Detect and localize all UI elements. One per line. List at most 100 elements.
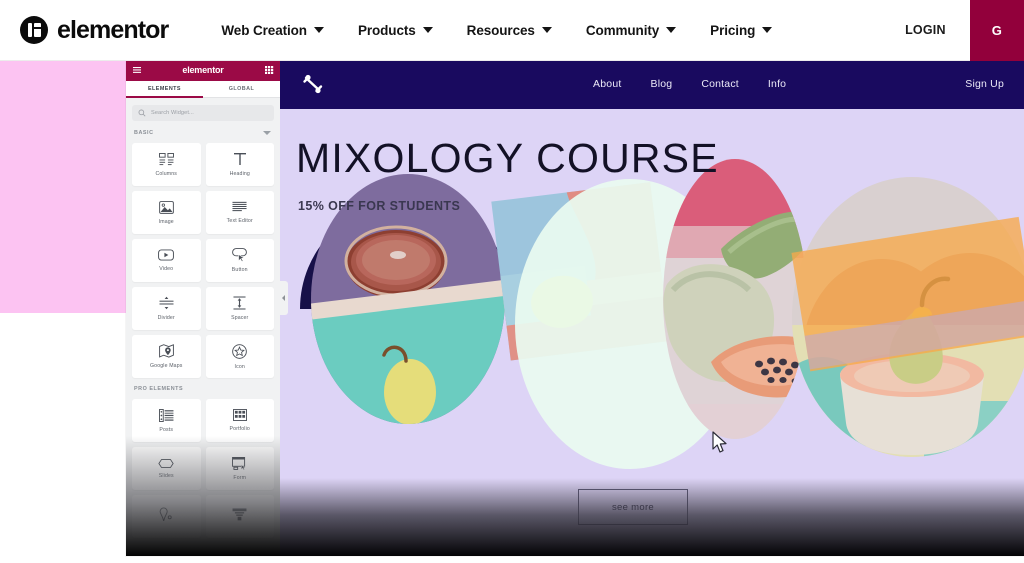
collage-right: [791, 177, 1024, 457]
slides-icon: [158, 458, 174, 468]
grid-apps-icon[interactable]: [264, 65, 274, 75]
widget-image[interactable]: Image: [132, 191, 201, 234]
widget-label: Video: [159, 266, 174, 272]
nav-item-products[interactable]: Products: [341, 23, 450, 38]
widget-label: Google Maps: [149, 363, 183, 369]
editor-preview-canvas: About Blog Contact Info Sign Up MIXOLOGY…: [280, 59, 1024, 556]
form-icon: [232, 456, 247, 470]
posts-list-icon: [158, 408, 174, 422]
section-label-pro-elements: PRO ELEMENTS: [134, 386, 274, 392]
nav-item-pricing[interactable]: Pricing: [693, 23, 789, 38]
widget-label: Button: [231, 267, 248, 273]
widget-label: Image: [158, 218, 174, 225]
divider-icon: [159, 296, 174, 310]
chevron-down-icon: [422, 27, 433, 33]
preview-nav-info[interactable]: Info: [768, 78, 786, 90]
nav-label: Products: [357, 22, 416, 38]
widget-label: Divider: [157, 315, 175, 321]
widget-label: Heading: [229, 171, 250, 177]
header-actions: LOGIN G: [881, 0, 1024, 61]
widget-table[interactable]: [205, 495, 274, 538]
widget-columns[interactable]: Columns: [132, 143, 201, 186]
widget-label: Columns: [155, 170, 178, 177]
elementor-editor-window: elementor ELEMENTS GLOBAL Search Widget.…: [126, 59, 1024, 556]
widget-portfolio[interactable]: Portfolio: [205, 399, 274, 442]
widget-grid-basic: Columns Heading Image Text Editor Video …: [132, 143, 274, 378]
widget-icon[interactable]: Icon: [205, 335, 274, 378]
video-play-icon: [158, 249, 175, 261]
chevron-right-icon: [282, 295, 285, 301]
widget-posts[interactable]: Posts: [132, 399, 201, 442]
widget-label: Posts: [159, 426, 174, 433]
panel-tabs: ELEMENTS GLOBAL: [126, 81, 280, 98]
spacer-icon: [233, 296, 246, 310]
nav-item-web-creation[interactable]: Web Creation: [204, 23, 341, 38]
widget-label: Icon: [234, 363, 245, 370]
table-icon: [232, 507, 247, 520]
panel-title: elementor: [182, 65, 224, 75]
widget-label: Form: [233, 474, 247, 481]
nav-label: Resources: [466, 22, 535, 38]
hero-title: MIXOLOGY COURSE: [296, 135, 719, 181]
widget-button[interactable]: Button: [205, 239, 274, 282]
preview-nav-about[interactable]: About: [593, 78, 621, 90]
panel-header: elementor: [126, 59, 280, 81]
search-placeholder: Search Widget...: [151, 110, 194, 116]
elementor-site-header: elementor Web Creation Products Resource…: [0, 0, 1024, 61]
mouse-pointer-icon: [712, 431, 729, 459]
widget-grid-pro: Posts Portfolio Slides Form: [132, 399, 274, 538]
widget-label: Text Editor: [226, 218, 253, 224]
nav-item-resources[interactable]: Resources: [450, 23, 569, 38]
chevron-down-icon: [313, 27, 324, 33]
panel-body: Search Widget... BASIC Columns Heading I…: [126, 98, 280, 556]
map-pin-icon: [158, 344, 174, 358]
price-tag-icon: [159, 506, 172, 521]
elementor-logo-icon: [20, 16, 48, 44]
widget-label: Slides: [158, 472, 174, 479]
get-started-button[interactable]: G: [969, 0, 1024, 61]
widget-spacer[interactable]: Spacer: [205, 287, 274, 330]
widget-label: Spacer: [231, 315, 249, 321]
widget-heading[interactable]: Heading: [205, 143, 274, 186]
widget-price-tag[interactable]: [132, 495, 201, 538]
search-widget-input[interactable]: Search Widget...: [132, 105, 274, 121]
nav-item-community[interactable]: Community: [569, 23, 693, 38]
section-label-basic[interactable]: BASIC: [134, 130, 274, 136]
main-navigation: Web Creation Products Resources Communit…: [204, 23, 789, 38]
widget-google-maps[interactable]: Google Maps: [132, 335, 201, 378]
see-more-button[interactable]: see more: [578, 489, 688, 525]
widget-text-editor[interactable]: Text Editor: [205, 191, 274, 234]
widget-divider[interactable]: Divider: [132, 287, 201, 330]
preview-nav-blog[interactable]: Blog: [650, 78, 672, 90]
tab-global[interactable]: GLOBAL: [203, 81, 280, 97]
widget-video[interactable]: Video: [132, 239, 201, 282]
nav-label: Community: [585, 22, 660, 38]
section-title: BASIC: [134, 130, 154, 136]
dumbbell-logo-icon[interactable]: [300, 71, 326, 97]
text-lines-icon: [232, 201, 247, 212]
brand-name: elementor: [57, 15, 169, 44]
preview-nav-signup[interactable]: Sign Up: [965, 78, 1004, 90]
hamburger-menu-icon[interactable]: [132, 65, 142, 75]
widget-form[interactable]: Form: [205, 447, 274, 490]
panel-collapse-handle[interactable]: [279, 281, 288, 315]
chevron-down-icon: [541, 27, 552, 33]
section-title: PRO ELEMENTS: [134, 386, 184, 392]
image-icon: [158, 200, 174, 214]
search-icon: [138, 109, 146, 117]
widget-slides[interactable]: Slides: [132, 447, 201, 490]
tab-elements[interactable]: ELEMENTS: [126, 81, 203, 98]
portfolio-grid-icon: [232, 409, 247, 421]
widget-label: Portfolio: [229, 426, 250, 432]
hero-section: MIXOLOGY COURSE 15% OFF FOR STUDENTS see…: [280, 109, 1024, 556]
brand-logo[interactable]: elementor: [20, 15, 169, 45]
chevron-down-icon: [762, 27, 773, 33]
heading-text-icon: [233, 153, 246, 165]
screenshot-root: elementor Web Creation Products Resource…: [0, 0, 1024, 563]
hero-subtitle: 15% OFF FOR STUDENTS: [298, 199, 461, 213]
login-button[interactable]: LOGIN: [881, 23, 970, 37]
preview-nav-contact[interactable]: Contact: [701, 78, 739, 90]
chevron-down-icon: [263, 131, 271, 135]
button-cursor-icon: [232, 248, 248, 262]
nav-label: Pricing: [710, 22, 756, 38]
